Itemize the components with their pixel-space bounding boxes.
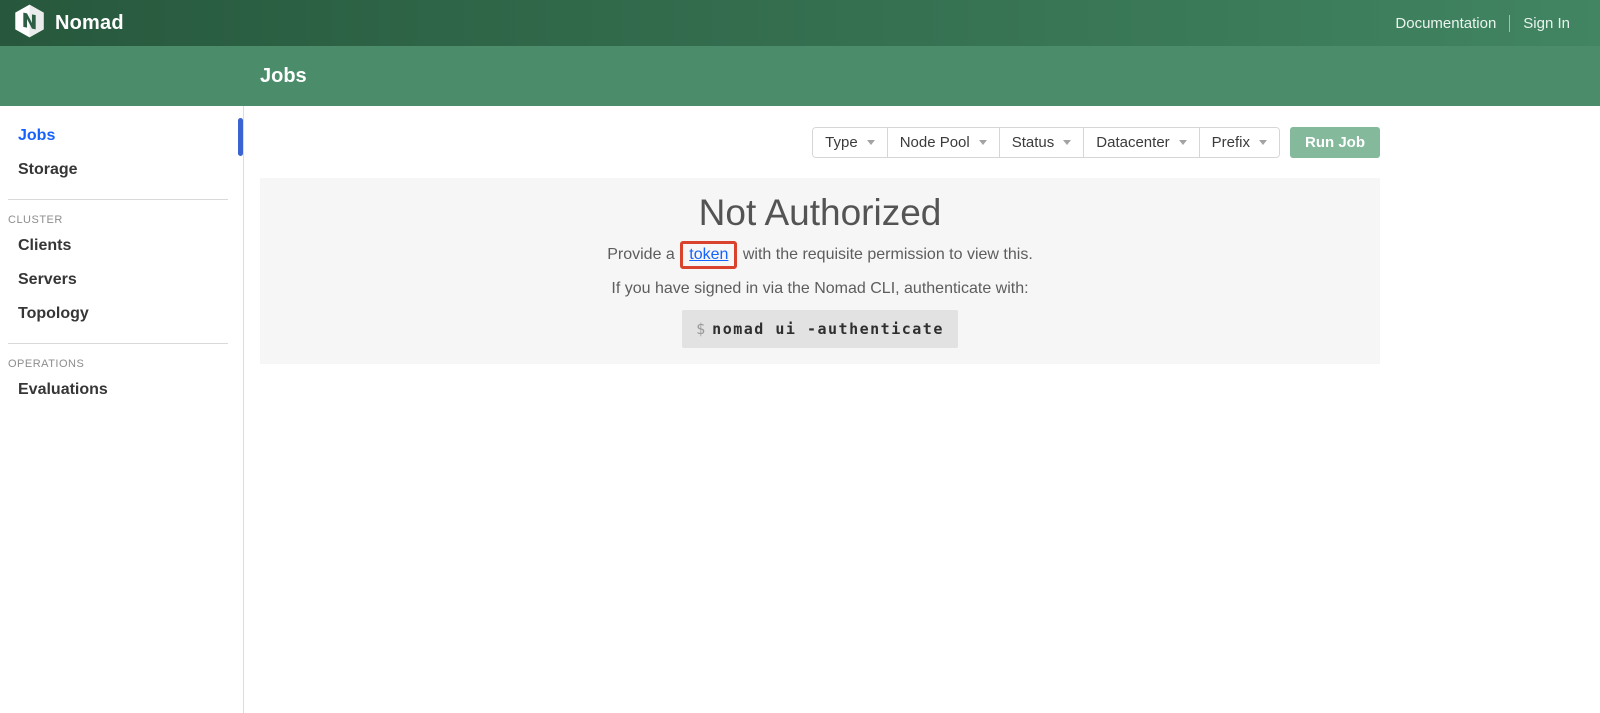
filter-label: Datacenter xyxy=(1096,134,1169,151)
cli-hint-text: If you have signed in via the Nomad CLI,… xyxy=(280,280,1360,298)
cli-command: nomad ui -authenticate xyxy=(712,320,944,338)
filter-group: Type Node Pool Status Datacenter xyxy=(812,127,1280,158)
message-prefix: Provide a xyxy=(607,246,675,263)
brand-name: Nomad xyxy=(55,12,124,35)
target-highlight-box: token xyxy=(680,241,737,269)
filter-label: Prefix xyxy=(1212,134,1250,151)
chevron-down-icon xyxy=(867,140,875,145)
documentation-link[interactable]: Documentation xyxy=(1395,15,1496,32)
page-title: Jobs xyxy=(260,65,307,88)
nomad-brand-link[interactable]: Nomad xyxy=(14,4,124,43)
filter-node-pool-dropdown[interactable]: Node Pool xyxy=(888,128,1000,157)
filter-datacenter-dropdown[interactable]: Datacenter xyxy=(1084,128,1199,157)
code-block-row: $ nomad ui -authenticate xyxy=(280,298,1360,348)
page-header: Jobs xyxy=(0,46,1600,106)
nomad-logo-icon xyxy=(14,4,45,43)
sidebar-divider xyxy=(8,199,228,200)
sign-in-link[interactable]: Sign In xyxy=(1523,15,1570,32)
scrollbar-thumb[interactable] xyxy=(238,118,243,156)
not-authorized-title: Not Authorized xyxy=(280,193,1360,234)
sidebar-divider xyxy=(8,343,228,344)
navbar-links: Documentation Sign In xyxy=(1395,15,1570,32)
sidebar: Jobs Storage CLUSTER Clients Servers Top… xyxy=(0,106,244,713)
top-navbar: Nomad Documentation Sign In xyxy=(0,0,1600,46)
shell-prompt: $ xyxy=(696,320,705,338)
nomad-app: Nomad Documentation Sign In Jobs Jobs St… xyxy=(0,0,1600,713)
sidebar-item-evaluations[interactable]: Evaluations xyxy=(0,373,243,407)
sidebar-item-storage[interactable]: Storage xyxy=(0,153,243,187)
filter-label: Node Pool xyxy=(900,134,970,151)
sidebar-item-jobs[interactable]: Jobs xyxy=(0,119,243,153)
cli-code-block: $ nomad ui -authenticate xyxy=(682,310,958,348)
token-link[interactable]: token xyxy=(689,246,728,263)
sidebar-item-clients[interactable]: Clients xyxy=(0,229,243,263)
main-content: Type Node Pool Status Datacenter xyxy=(244,106,1600,713)
sidebar-section-cluster: CLUSTER xyxy=(0,202,243,229)
not-authorized-message: Provide a token with the requisite permi… xyxy=(280,241,1360,269)
filter-label: Status xyxy=(1012,134,1055,151)
sidebar-item-servers[interactable]: Servers xyxy=(0,263,243,297)
body-layout: Jobs Storage CLUSTER Clients Servers Top… xyxy=(0,106,1600,713)
message-suffix: with the requisite permission to view th… xyxy=(743,246,1033,263)
filter-label: Type xyxy=(825,134,858,151)
filter-type-dropdown[interactable]: Type xyxy=(813,128,888,157)
chevron-down-icon xyxy=(1259,140,1267,145)
chevron-down-icon xyxy=(1063,140,1071,145)
sidebar-section-operations: OPERATIONS xyxy=(0,346,243,373)
jobs-toolbar: Type Node Pool Status Datacenter xyxy=(260,127,1380,158)
run-job-button[interactable]: Run Job xyxy=(1290,127,1380,158)
chevron-down-icon xyxy=(979,140,987,145)
chevron-down-icon xyxy=(1179,140,1187,145)
sidebar-item-topology[interactable]: Topology xyxy=(0,297,243,331)
not-authorized-panel: Not Authorized Provide a token with the … xyxy=(260,178,1380,364)
filter-prefix-dropdown[interactable]: Prefix xyxy=(1200,128,1279,157)
navbar-divider xyxy=(1509,15,1510,32)
filter-status-dropdown[interactable]: Status xyxy=(1000,128,1085,157)
